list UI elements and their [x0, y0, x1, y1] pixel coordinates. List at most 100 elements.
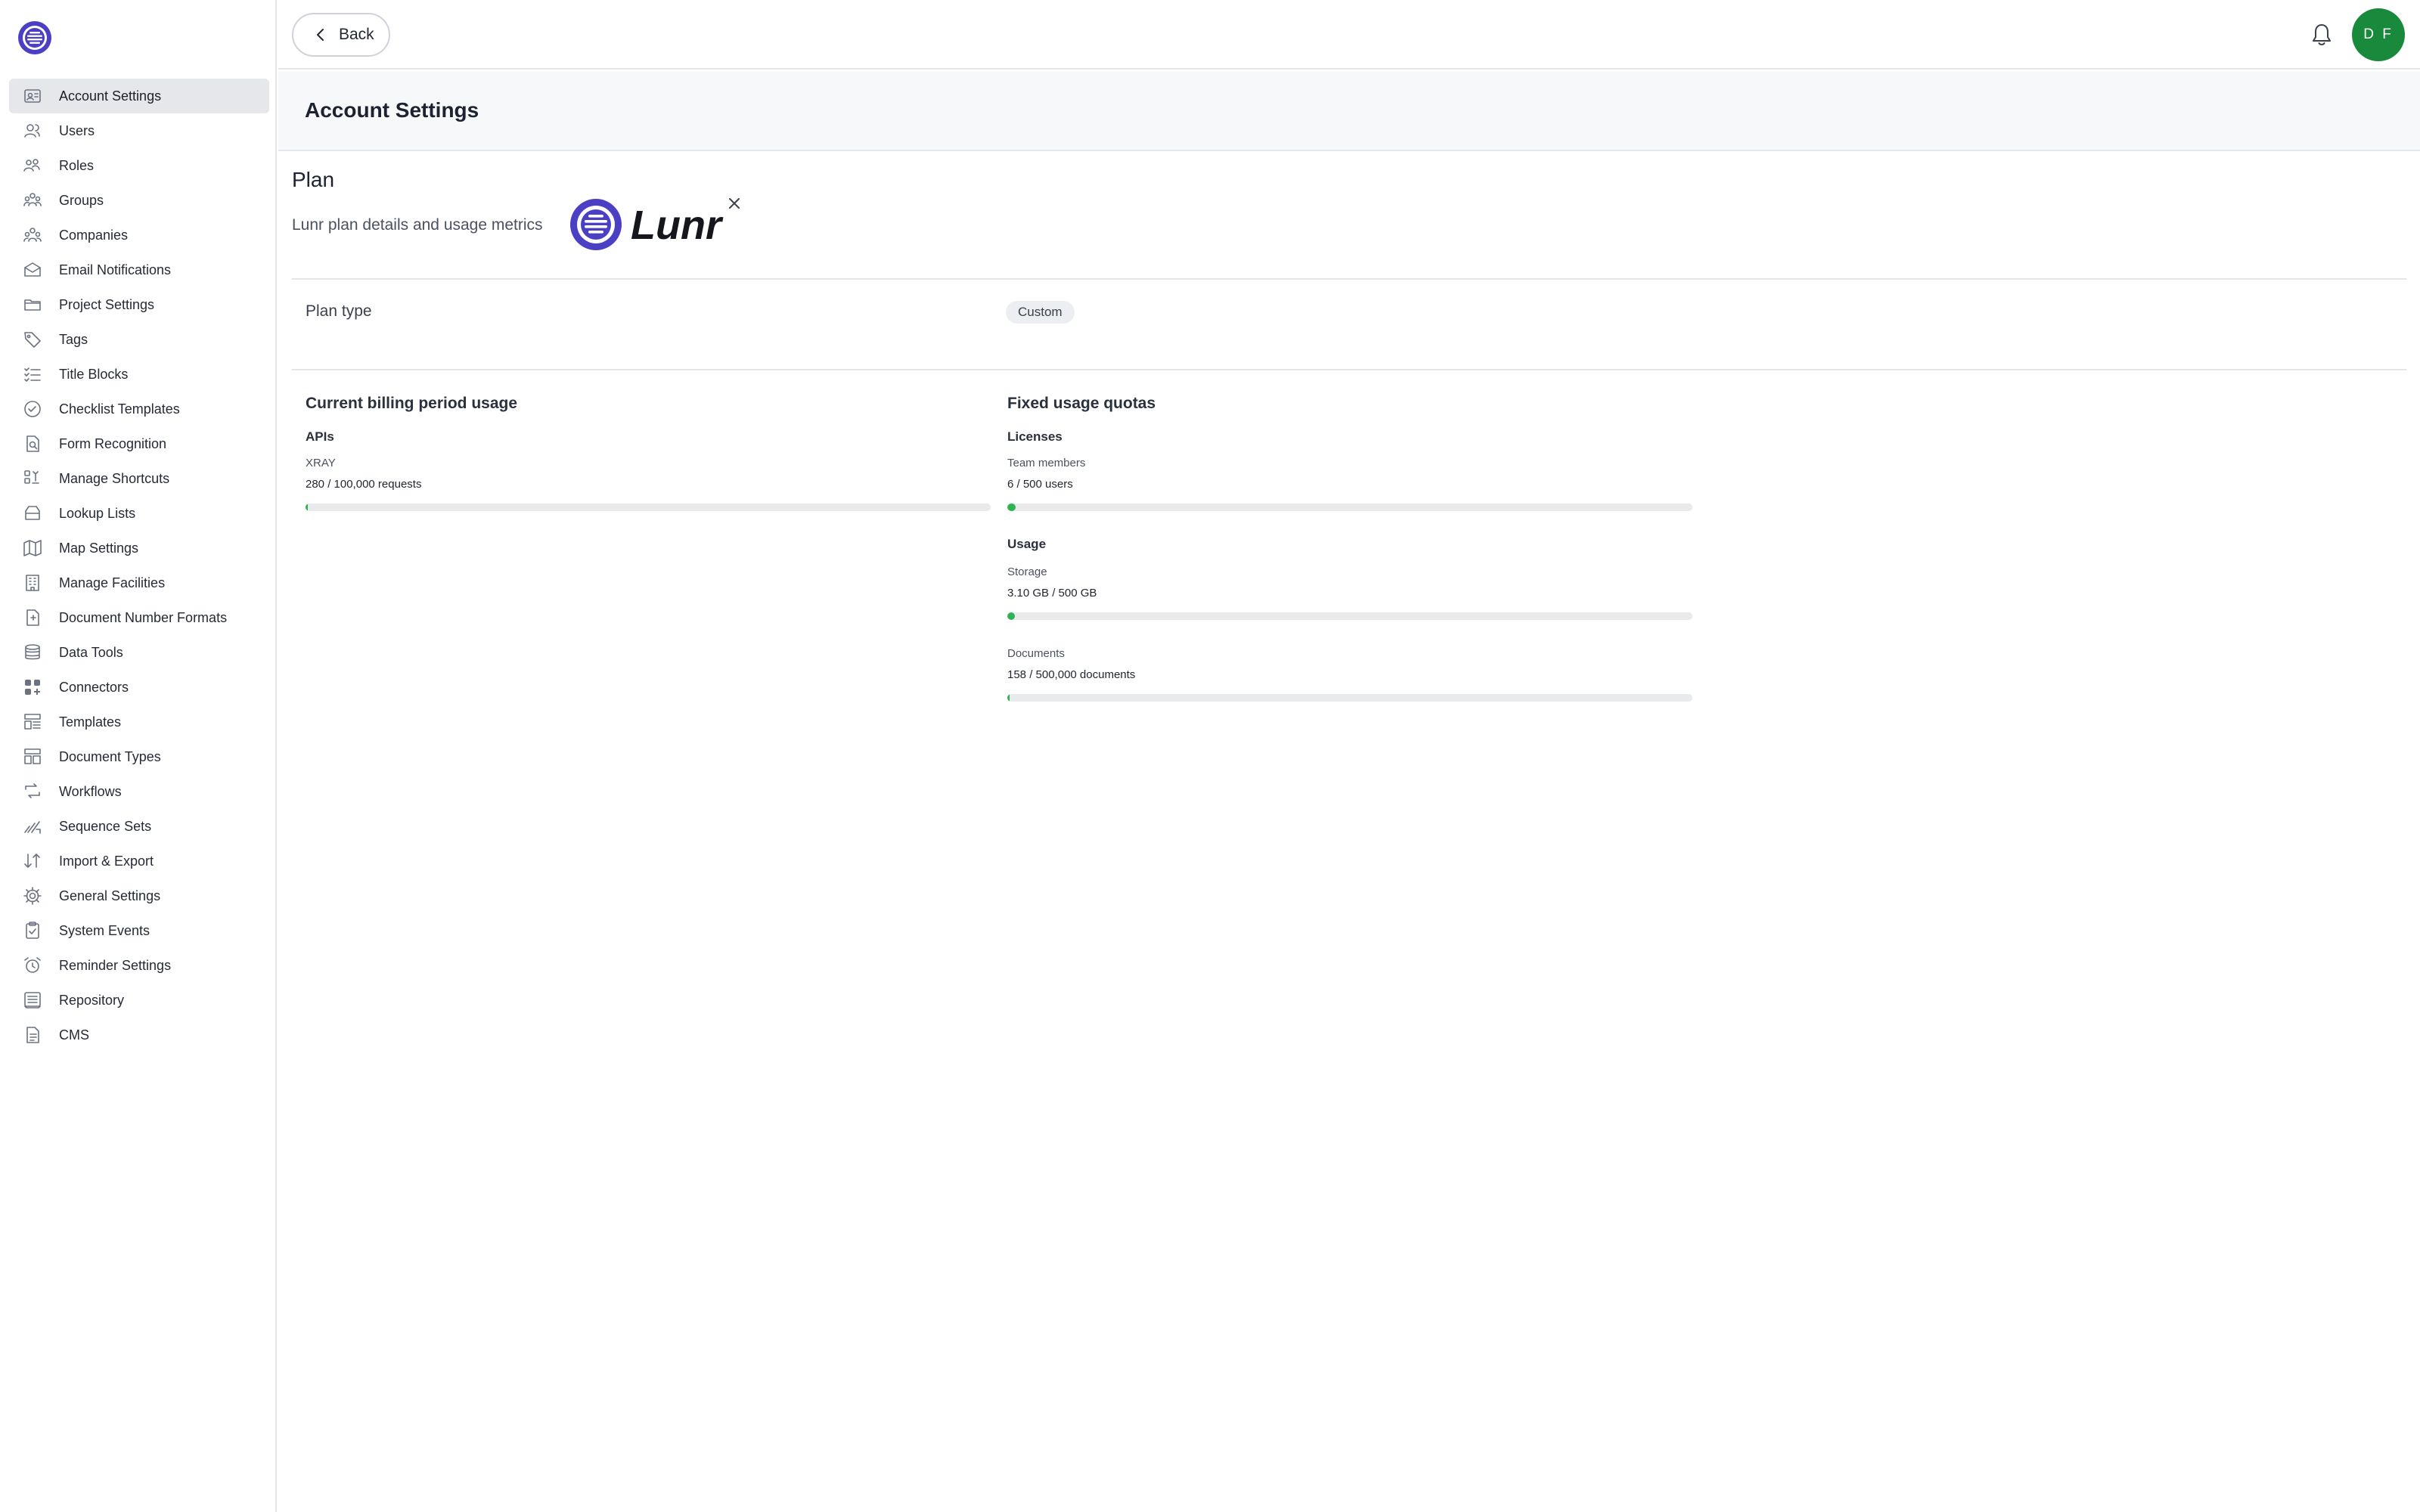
- shortcuts-icon: [23, 469, 42, 488]
- lunr-brand-logo: Lunr: [570, 199, 724, 250]
- sidebar-item-repository[interactable]: Repository: [9, 983, 269, 1018]
- xray-value: 280 / 100,000 requests: [306, 478, 422, 491]
- usage-heading: Usage: [1007, 537, 1047, 551]
- sidebar-nav: Account Settings Users Roles Groups Companie…: [9, 79, 269, 1052]
- sidebar-item-map-settings[interactable]: Map Settings: [9, 531, 269, 565]
- documents-progress-bar: [1007, 694, 1692, 702]
- sidebar-item-document-number-formats[interactable]: Document Number Formats: [9, 600, 269, 635]
- lookup-icon: [23, 503, 42, 523]
- groups-icon: [23, 191, 42, 210]
- sidebar-item-connectors[interactable]: Connectors: [9, 670, 269, 705]
- sidebar-item-label: Companies: [59, 227, 129, 243]
- documents-label: Documents: [1007, 647, 1065, 660]
- document-number-icon: [23, 608, 42, 627]
- document-types-icon: [23, 747, 42, 767]
- sidebar-item-label: Map Settings: [59, 540, 139, 556]
- check-circle-icon: [23, 399, 42, 419]
- lunr-logo-text: Lunr: [631, 203, 724, 248]
- form-search-icon: [23, 434, 42, 454]
- sidebar-item-account-settings[interactable]: Account Settings: [9, 79, 269, 113]
- chevron-left-icon: [317, 29, 324, 41]
- sidebar-item-roles[interactable]: Roles: [9, 148, 269, 183]
- progress-fill: [1007, 694, 1010, 702]
- sidebar: Account Settings Users Roles Groups Companie…: [0, 0, 277, 1512]
- alarm-clock-icon: [23, 956, 42, 975]
- sidebar-item-data-tools[interactable]: Data Tools: [9, 635, 269, 670]
- sidebar-item-manage-facilities[interactable]: Manage Facilities: [9, 565, 269, 600]
- sidebar-item-label: Templates: [59, 714, 122, 730]
- gear-icon: [23, 886, 42, 906]
- envelope-icon: [23, 260, 42, 280]
- back-button[interactable]: Back: [292, 13, 390, 57]
- sidebar-item-general-settings[interactable]: General Settings: [9, 878, 269, 913]
- sidebar-item-title-blocks[interactable]: Title Blocks: [9, 357, 269, 392]
- sidebar-item-label: Roles: [59, 157, 95, 173]
- storage-value: 3.10 GB / 500 GB: [1007, 587, 1097, 600]
- sidebar-item-label: Account Settings: [59, 88, 162, 104]
- sidebar-item-label: Checklist Templates: [59, 401, 180, 417]
- licenses-heading: Licenses: [1007, 429, 1063, 444]
- sidebar-item-label: Email Notifications: [59, 262, 172, 277]
- back-button-label: Back: [339, 26, 374, 43]
- sidebar-item-sequence-sets[interactable]: Sequence Sets: [9, 809, 269, 844]
- sidebar-item-groups[interactable]: Groups: [9, 183, 269, 218]
- page-title: Account Settings: [305, 98, 479, 122]
- sidebar-item-label: Import & Export: [59, 853, 154, 869]
- sidebar-item-document-types[interactable]: Document Types: [9, 739, 269, 774]
- sidebar-item-email-notifications[interactable]: Email Notifications: [9, 253, 269, 287]
- bell-icon[interactable]: [2305, 18, 2338, 51]
- sidebar-item-system-events[interactable]: System Events: [9, 913, 269, 948]
- sidebar-item-label: System Events: [59, 922, 150, 938]
- plan-description: Lunr plan details and usage metrics: [292, 216, 543, 234]
- sidebar-item-label: Reminder Settings: [59, 957, 172, 973]
- sidebar-item-manage-shortcuts[interactable]: Manage Shortcuts: [9, 461, 269, 496]
- folder-icon: [23, 295, 42, 314]
- sidebar-item-cms[interactable]: CMS: [9, 1018, 269, 1052]
- file-text-icon: [23, 1025, 42, 1045]
- sidebar-item-checklist-templates[interactable]: Checklist Templates: [9, 392, 269, 426]
- sidebar-item-label: CMS: [59, 1027, 89, 1043]
- sidebar-item-import-export[interactable]: Import & Export: [9, 844, 269, 878]
- plan-heading: Plan: [292, 168, 335, 191]
- users-icon: [23, 121, 42, 141]
- checklist-icon: [23, 364, 42, 384]
- sidebar-item-label: Lookup Lists: [59, 505, 136, 521]
- sidebar-item-users[interactable]: Users: [9, 113, 269, 148]
- topbar: Back D F: [278, 0, 2420, 70]
- avatar[interactable]: D F: [2352, 8, 2405, 61]
- sidebar-item-label: Users: [59, 122, 95, 138]
- documents-value: 158 / 500,000 documents: [1007, 668, 1136, 681]
- quotas-heading: Fixed usage quotas: [1007, 395, 1156, 412]
- database-icon: [23, 643, 42, 662]
- plan-type-badge: Custom: [1006, 301, 1075, 324]
- divider: [292, 278, 2406, 280]
- sidebar-item-label: General Settings: [59, 888, 161, 903]
- sidebar-item-label: Sequence Sets: [59, 818, 152, 834]
- sidebar-item-templates[interactable]: Templates: [9, 705, 269, 739]
- sequence-icon: [23, 816, 42, 836]
- sidebar-item-project-settings[interactable]: Project Settings: [9, 287, 269, 322]
- sidebar-item-label: Project Settings: [59, 296, 155, 312]
- account-settings-icon: [23, 86, 42, 106]
- sidebar-item-label: Form Recognition: [59, 435, 167, 451]
- sidebar-item-label: Title Blocks: [59, 366, 129, 382]
- sidebar-item-workflows[interactable]: Workflows: [9, 774, 269, 809]
- storage-label: Storage: [1007, 565, 1047, 578]
- plan-type-label: Plan type: [306, 302, 372, 320]
- sidebar-item-reminder-settings[interactable]: Reminder Settings: [9, 948, 269, 983]
- templates-icon: [23, 712, 42, 732]
- sidebar-item-label: Data Tools: [59, 644, 123, 660]
- sidebar-item-companies[interactable]: Companies: [9, 218, 269, 253]
- repository-icon: [23, 990, 42, 1010]
- close-icon[interactable]: [728, 197, 741, 210]
- team-members-progress-bar: [1007, 503, 1692, 511]
- team-members-label: Team members: [1007, 457, 1086, 469]
- lunr-logo-icon[interactable]: [17, 20, 53, 56]
- companies-icon: [23, 225, 42, 245]
- sidebar-item-lookup-lists[interactable]: Lookup Lists: [9, 496, 269, 531]
- sidebar-item-label: Workflows: [59, 783, 122, 799]
- sidebar-item-form-recognition[interactable]: Form Recognition: [9, 426, 269, 461]
- tag-icon: [23, 330, 42, 349]
- building-icon: [23, 573, 42, 593]
- sidebar-item-tags[interactable]: Tags: [9, 322, 269, 357]
